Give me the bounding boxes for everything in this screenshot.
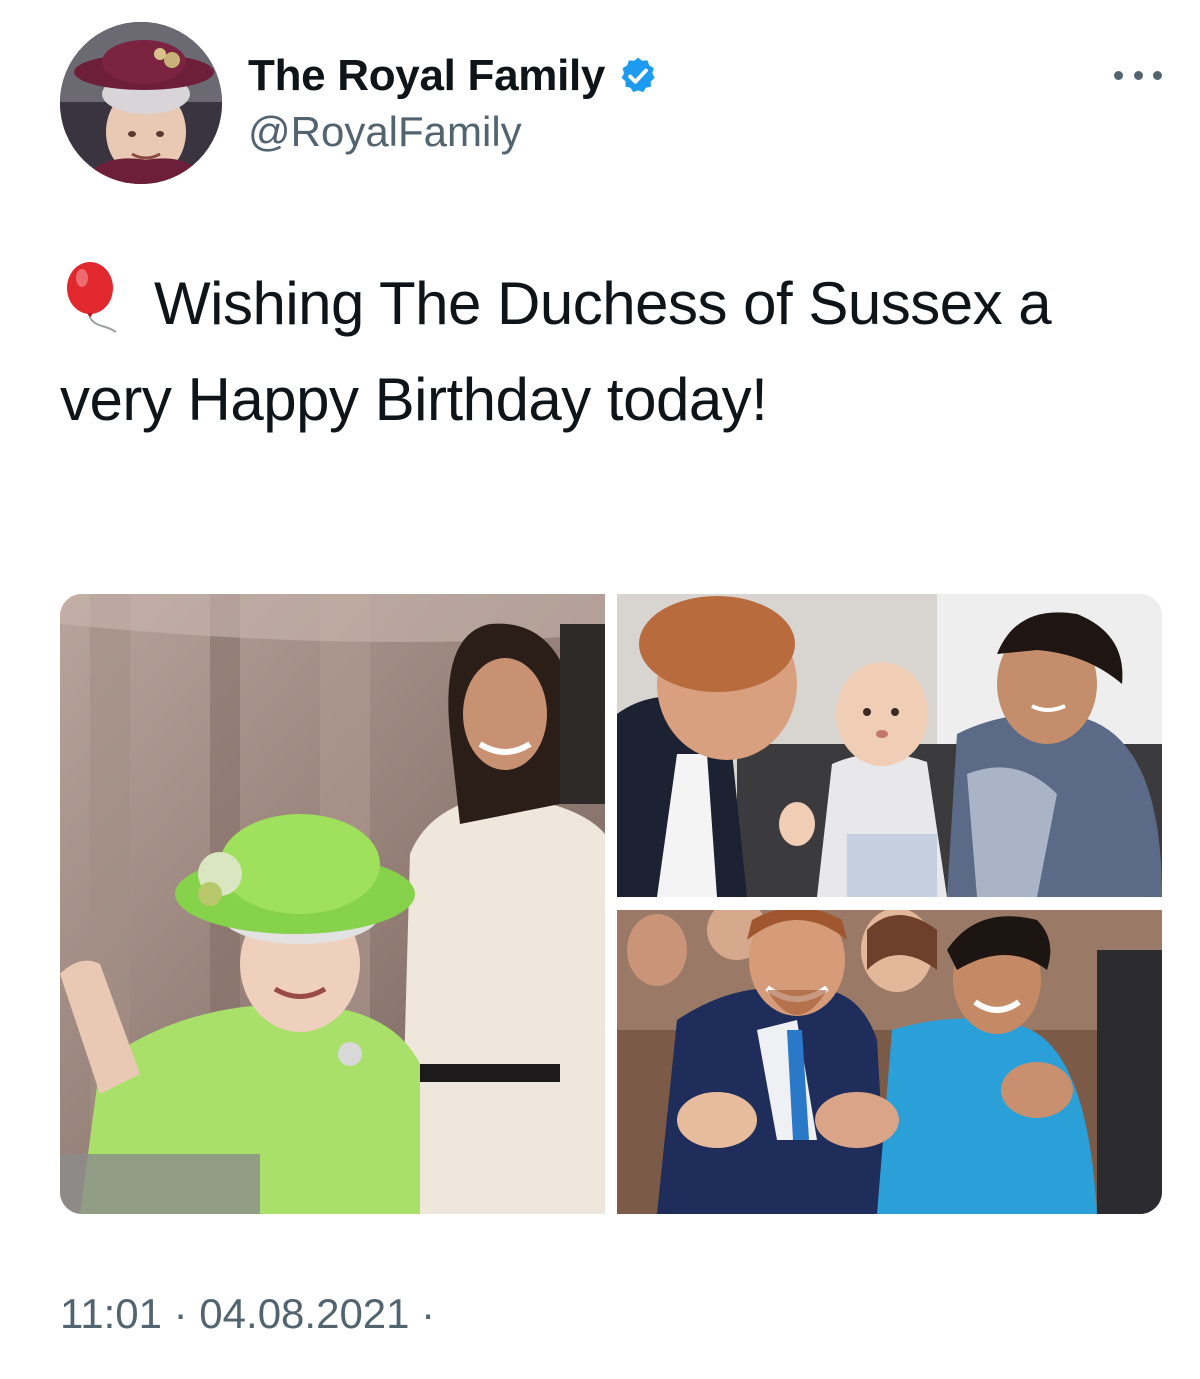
profile-avatar[interactable] [60,22,222,184]
photo-couple-applauding[interactable] [617,910,1162,1214]
media-grid [60,594,1162,1214]
photo-family-with-baby[interactable] [617,594,1162,897]
avatar-image [60,22,222,184]
more-dot [1153,70,1162,80]
account-handle[interactable]: @RoyalFamily [248,108,522,156]
tweet-text: Wishing The Duchess of Sussex a very Hap… [60,256,1150,448]
more-dot [1114,70,1123,80]
display-name[interactable]: The Royal Family [248,51,605,101]
red-balloon-icon [60,260,126,334]
photo-queen-and-duchess[interactable] [60,594,605,1214]
more-options-icon[interactable] [1114,60,1162,90]
author-name-row: The Royal Family [248,44,659,108]
tweet-timestamp[interactable]: 11:01 · 04.08.2021 · [60,1290,435,1338]
tweet-body-text: Wishing The Duchess of Sussex a very Hap… [60,270,1052,433]
verified-badge-icon [617,55,659,97]
more-dot [1133,70,1143,80]
